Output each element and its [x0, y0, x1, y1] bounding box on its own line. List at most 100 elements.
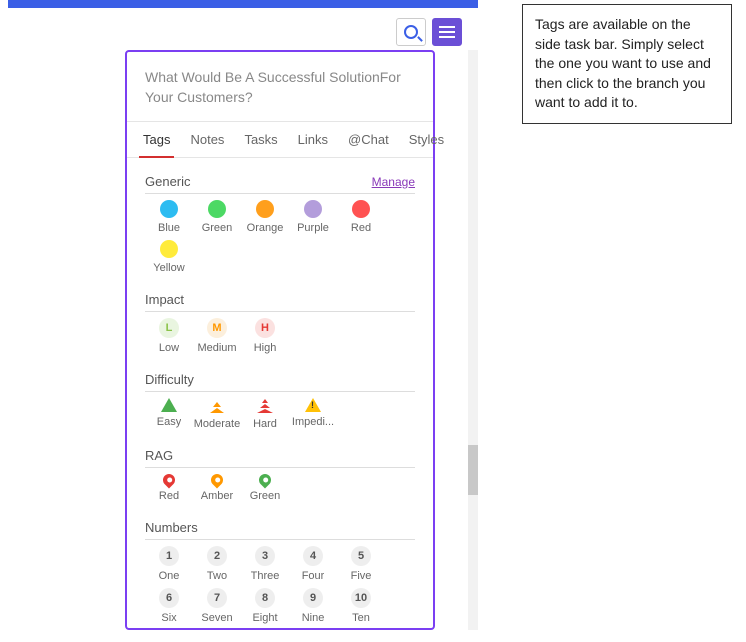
tag-number-9[interactable]: 9 Nine [289, 588, 337, 624]
number-circle-icon: 2 [207, 546, 227, 566]
triangle-stack-icon [208, 398, 226, 414]
top-toolbar [396, 18, 462, 46]
tag-label: Nine [302, 612, 325, 624]
panel-title: What Would Be A Successful SolutionFor Y… [127, 52, 433, 122]
tag-generic-green[interactable]: Green [193, 200, 241, 234]
tag-label: Medium [197, 342, 236, 354]
color-dot-icon [160, 240, 178, 258]
tag-impact-medium[interactable]: M Medium [193, 318, 241, 354]
panel-body: Generic Manage Blue Green Orange Purple Red Y… [127, 158, 433, 642]
tag-number-6[interactable]: 6 Six [145, 588, 193, 624]
tag-label: Purple [297, 222, 329, 234]
tab-styles[interactable]: Styles [399, 122, 454, 157]
tab-notes[interactable]: Notes [180, 122, 234, 157]
group-rag: RAG Red Amber Green [145, 442, 415, 508]
tag-label: Low [159, 342, 179, 354]
tag-label: Seven [201, 612, 232, 624]
tag-label: Four [302, 570, 325, 582]
number-circle-icon: 5 [351, 546, 371, 566]
tag-label: Two [207, 570, 227, 582]
color-dot-icon [208, 200, 226, 218]
tag-difficulty-2[interactable]: Hard [241, 398, 289, 430]
group-generic: Generic Manage Blue Green Orange Purple Red Y… [145, 168, 415, 280]
impact-badge-icon: M [207, 318, 227, 338]
color-dot-icon [304, 200, 322, 218]
instruction-callout: Tags are available on the side task bar.… [522, 4, 732, 124]
number-circle-icon: 6 [159, 588, 179, 608]
tag-difficulty-0[interactable]: Easy [145, 398, 193, 430]
scrollbar-track [468, 50, 478, 630]
tag-generic-yellow[interactable]: Yellow [145, 240, 193, 274]
triangle-icon [161, 398, 177, 412]
number-circle-icon: 3 [255, 546, 275, 566]
group-title-generic: Generic [145, 174, 191, 189]
scrollbar-thumb[interactable] [468, 445, 478, 495]
group-title-impact: Impact [145, 292, 184, 307]
panel-tabs: Tags Notes Tasks Links @Chat Styles [127, 122, 433, 158]
side-panel: What Would Be A Successful SolutionFor Y… [125, 50, 435, 630]
tag-number-10[interactable]: 10 Ten [337, 588, 385, 624]
search-button[interactable] [396, 18, 426, 46]
menu-button[interactable] [432, 18, 462, 46]
tab-links[interactable]: Links [288, 122, 338, 157]
impact-badge-icon: L [159, 318, 179, 338]
tag-number-5[interactable]: 5Five [337, 546, 385, 582]
tag-rag-green[interactable]: Green [241, 474, 289, 502]
tag-label: Eight [252, 612, 277, 624]
tag-generic-blue[interactable]: Blue [145, 200, 193, 234]
tag-difficulty-3[interactable]: Impedi... [289, 398, 337, 430]
tag-label: Impedi... [292, 416, 334, 428]
tag-number-1[interactable]: 1One [145, 546, 193, 582]
tag-label: Six [161, 612, 176, 624]
color-dot-icon [352, 200, 370, 218]
tag-number-7[interactable]: 7Seven [193, 588, 241, 624]
tag-generic-purple[interactable]: Purple [289, 200, 337, 234]
tag-label: Red [351, 222, 371, 234]
tag-rag-red[interactable]: Red [145, 474, 193, 502]
tag-rag-amber[interactable]: Amber [193, 474, 241, 502]
tag-impact-low[interactable]: L Low [145, 318, 193, 354]
group-numbers: Numbers 1One 2 Two 3 Three 4 Four 5Five 6 Six 7Sev… [145, 514, 415, 630]
color-dot-icon [160, 200, 178, 218]
tag-number-4[interactable]: 4 Four [289, 546, 337, 582]
group-difficulty: Difficulty EasyModerate Hard Impedi... [145, 366, 415, 436]
tab-tags[interactable]: Tags [133, 122, 180, 157]
group-title-numbers: Numbers [145, 520, 198, 535]
tag-label: Hard [253, 418, 277, 430]
tag-label: Ten [352, 612, 370, 624]
search-icon [404, 25, 418, 39]
group-impact: Impact L Low M Medium H High [145, 286, 415, 360]
tag-number-3[interactable]: 3 Three [241, 546, 289, 582]
triangle-stack-icon [256, 398, 274, 414]
tab-tasks[interactable]: Tasks [234, 122, 287, 157]
pin-icon [257, 472, 274, 489]
pin-icon [209, 472, 226, 489]
tag-label: Three [251, 570, 280, 582]
tag-difficulty-1[interactable]: Moderate [193, 398, 241, 430]
tag-label: One [159, 570, 180, 582]
tag-label: Yellow [153, 262, 184, 274]
tag-generic-red[interactable]: Red [337, 200, 385, 234]
tag-impact-high[interactable]: H High [241, 318, 289, 354]
tag-label: Blue [158, 222, 180, 234]
tag-label: Red [159, 490, 179, 502]
group-title-difficulty: Difficulty [145, 372, 194, 387]
impact-badge-icon: H [255, 318, 275, 338]
tag-label: Green [250, 490, 281, 502]
top-accent-bar [8, 0, 478, 8]
number-circle-icon: 9 [303, 588, 323, 608]
tag-generic-orange[interactable]: Orange [241, 200, 289, 234]
tag-number-2[interactable]: 2 Two [193, 546, 241, 582]
pin-icon [161, 472, 178, 489]
tag-label: Green [202, 222, 233, 234]
menu-icon [439, 26, 455, 38]
tag-number-8[interactable]: 8Eight [241, 588, 289, 624]
tag-label: Amber [201, 490, 233, 502]
number-circle-icon: 4 [303, 546, 323, 566]
tag-label: High [254, 342, 277, 354]
tab-chat[interactable]: @Chat [338, 122, 399, 157]
number-circle-icon: 10 [351, 588, 371, 608]
group-title-rag: RAG [145, 448, 173, 463]
manage-link[interactable]: Manage [372, 175, 415, 189]
tag-label: Orange [247, 222, 284, 234]
